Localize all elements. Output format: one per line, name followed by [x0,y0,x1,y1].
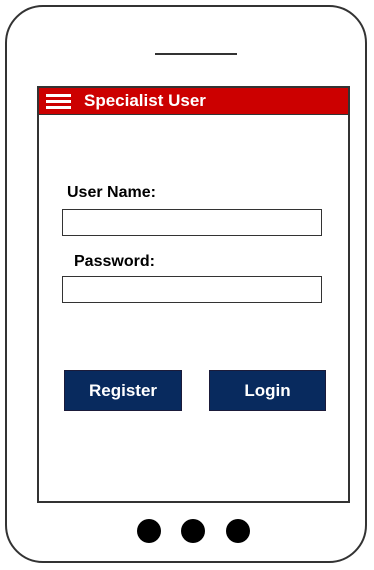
nav-dot-right[interactable] [226,519,250,543]
speaker-slot [155,53,237,55]
password-input[interactable] [62,276,322,303]
app-header: Specialist User [39,88,348,115]
header-title: Specialist User [84,91,206,110]
hamburger-menu-icon[interactable] [46,94,71,109]
nav-dot-left[interactable] [137,519,161,543]
nav-dot-center[interactable] [181,519,205,543]
login-button[interactable]: Login [209,370,326,411]
register-button[interactable]: Register [64,370,182,411]
password-label: Password: [74,253,155,270]
app-screen: Specialist User User Name: Password: Reg… [37,86,350,503]
username-input[interactable] [62,209,322,236]
username-label: User Name: [67,184,156,201]
